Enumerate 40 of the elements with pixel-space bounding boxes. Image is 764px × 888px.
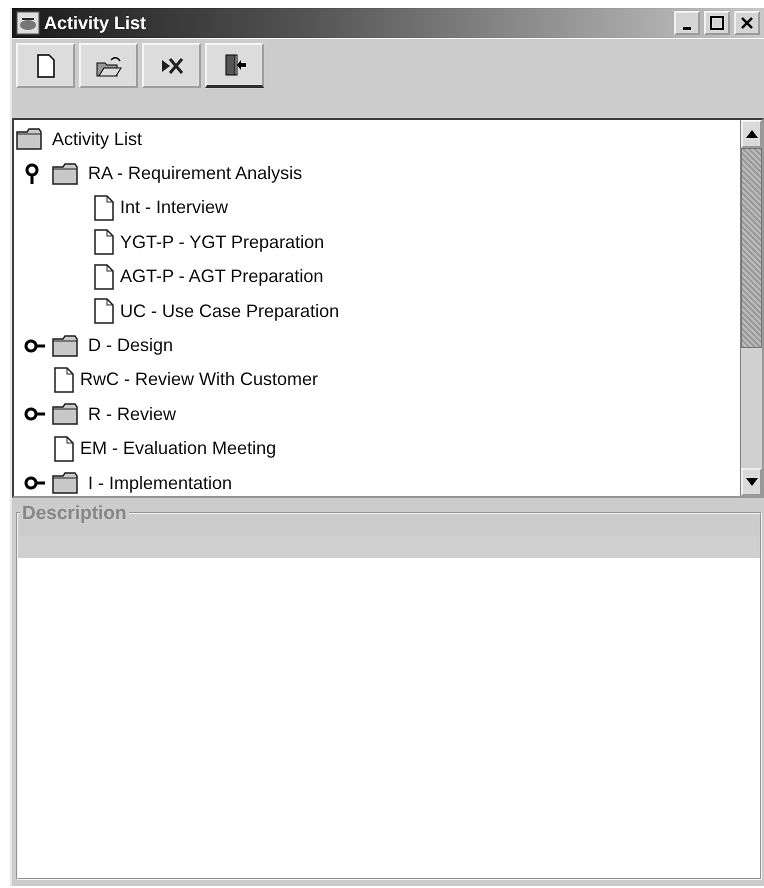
tree-item[interactable]: UC - Use Case Preparation bbox=[120, 298, 340, 325]
close-button[interactable] bbox=[734, 11, 760, 35]
tree-item[interactable]: RwC - Review With Customer bbox=[80, 366, 318, 394]
exit-button[interactable] bbox=[205, 43, 264, 88]
document-icon bbox=[36, 54, 54, 78]
up-arrow-icon bbox=[746, 130, 758, 138]
scroll-up-button[interactable] bbox=[741, 120, 762, 148]
maximize-icon bbox=[710, 16, 724, 30]
tree-item[interactable]: I - Implementation bbox=[88, 470, 232, 497]
tree-item[interactable]: RA - Requirement Analysis bbox=[88, 160, 302, 188]
document-icon bbox=[54, 436, 74, 462]
tree-item[interactable]: Activity List bbox=[52, 126, 142, 153]
close-icon bbox=[740, 16, 754, 30]
expand-handle-icon[interactable] bbox=[24, 338, 46, 354]
document-icon bbox=[54, 366, 74, 393]
delete-button[interactable] bbox=[142, 43, 201, 88]
tree-item[interactable]: YGT-P - YGT Preparation bbox=[120, 228, 324, 256]
new-button[interactable] bbox=[16, 43, 75, 88]
document-icon bbox=[94, 298, 114, 324]
expand-handle-icon[interactable] bbox=[24, 406, 46, 422]
tree-item[interactable]: D - Design bbox=[88, 332, 174, 360]
document-icon bbox=[94, 229, 114, 256]
tree-item[interactable]: R - Review bbox=[88, 400, 176, 428]
tree-item[interactable]: AGT-P - AGT Preparation bbox=[120, 263, 324, 290]
tree-item[interactable]: Int - Interview bbox=[120, 194, 228, 222]
maximize-button[interactable] bbox=[704, 11, 730, 35]
minimize-icon bbox=[683, 26, 691, 30]
minimize-button[interactable] bbox=[674, 11, 700, 35]
scroll-down-button[interactable] bbox=[741, 468, 762, 496]
app-icon bbox=[16, 11, 40, 35]
tree-item[interactable]: EM - Evaluation Meeting bbox=[80, 435, 276, 462]
window-title: Activity List bbox=[44, 12, 146, 35]
open-button[interactable] bbox=[79, 43, 138, 88]
document-icon bbox=[94, 194, 114, 221]
down-arrow-icon bbox=[746, 478, 758, 486]
cross-icon bbox=[160, 56, 184, 76]
expand-handle-icon[interactable] bbox=[24, 475, 46, 492]
scrollbar-thumb[interactable] bbox=[741, 148, 762, 348]
door-icon bbox=[222, 53, 246, 77]
document-icon bbox=[94, 264, 114, 290]
